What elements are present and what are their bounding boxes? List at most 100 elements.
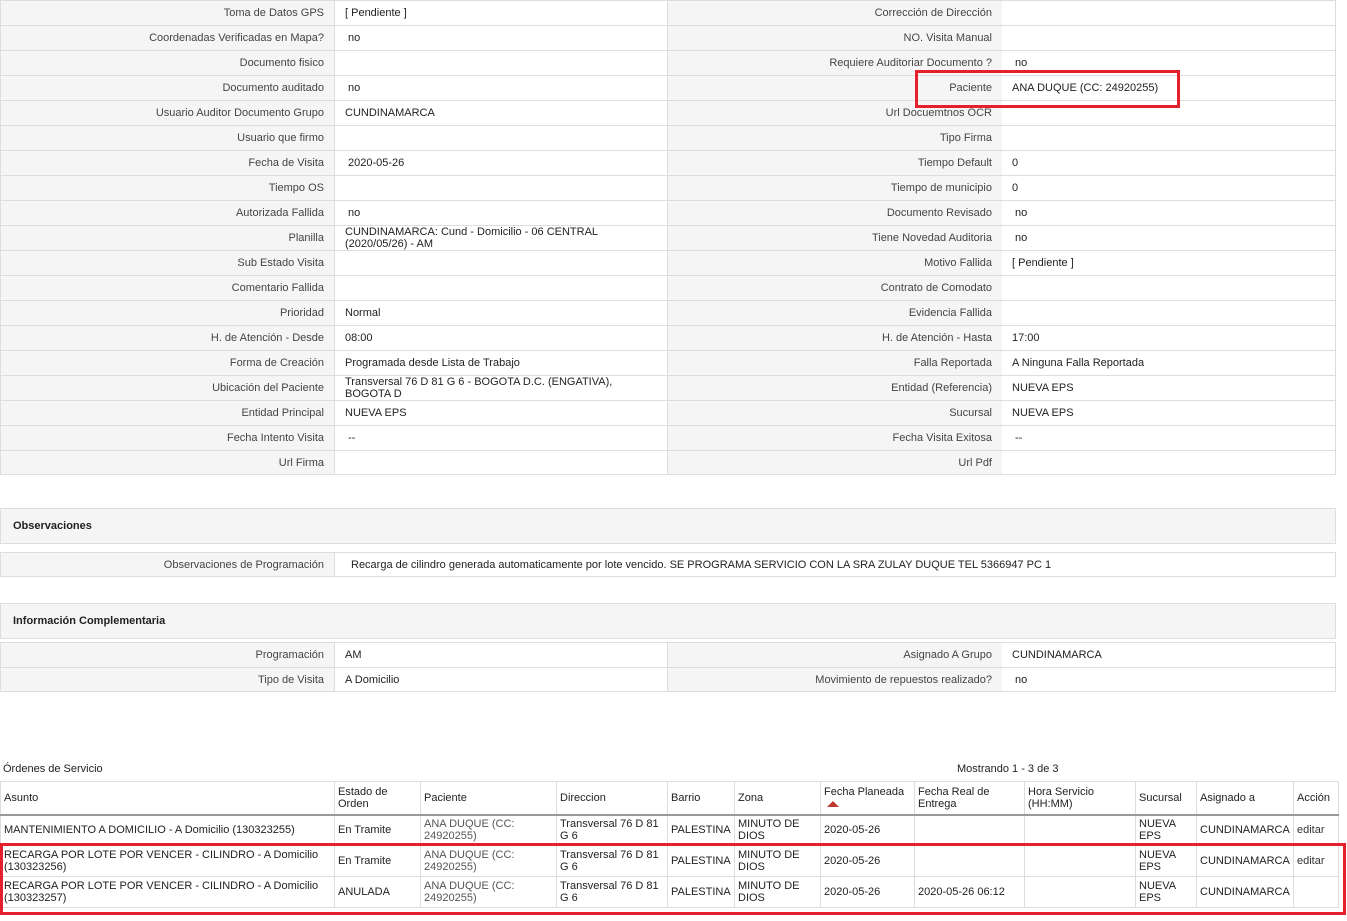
label-toma-de-datos-gps: Toma de Datos GPS bbox=[0, 0, 334, 25]
detail-row: Comentario Fallida Contrato de Comodato bbox=[0, 275, 1336, 300]
value-entidad-referencia: NUEVA EPS bbox=[1002, 375, 1336, 400]
cell-fecha-planeada: 2020-05-26 bbox=[820, 845, 915, 877]
label-documento-fisico: Documento fisico bbox=[0, 50, 334, 75]
label-url-pdf: Url Pdf bbox=[668, 450, 1002, 475]
value-fecha-de-visita: 2020-05-26 bbox=[334, 150, 668, 175]
column-header-sucursal[interactable]: Sucursal bbox=[1135, 781, 1197, 816]
column-header-direccion[interactable]: Direccion bbox=[556, 781, 668, 816]
column-header-fecha-planeada[interactable]: Fecha Planeada bbox=[820, 781, 915, 816]
column-header-asunto[interactable]: Asunto bbox=[0, 781, 335, 816]
value-entidad-principal: NUEVA EPS bbox=[334, 400, 668, 425]
cell-fecha-real-entrega bbox=[914, 814, 1025, 846]
value-fecha-intento-visita: -- bbox=[334, 425, 668, 450]
table-row: MANTENIMIENTO A DOMICILIO - A Domicilio … bbox=[0, 814, 1339, 846]
cell-asignado-a: CUNDINAMARCA bbox=[1196, 814, 1294, 846]
cell-fecha-planeada: 2020-05-26 bbox=[820, 814, 915, 846]
value-coordenadas-verificadas-en-mapa: no bbox=[334, 25, 668, 50]
edit-link[interactable]: editar bbox=[1297, 824, 1325, 836]
label-fecha-visita-exitosa: Fecha Visita Exitosa bbox=[668, 425, 1002, 450]
complementaria-row: Programación AM Asignado A Grupo CUNDINAMAR… bbox=[0, 642, 1336, 667]
value-movimiento-de-repuestos-realizado: no bbox=[1002, 667, 1336, 692]
sort-ascending-icon[interactable] bbox=[827, 800, 839, 807]
cell-asignado-a: CUNDINAMARCA bbox=[1196, 845, 1294, 877]
edit-link[interactable]: editar bbox=[1297, 855, 1325, 867]
detail-row: Prioridad Normal Evidencia Fallida bbox=[0, 300, 1336, 325]
detail-row: Fecha Intento Visita -- Fecha Visita Exito… bbox=[0, 425, 1336, 450]
label-evidencia-fallida: Evidencia Fallida bbox=[668, 300, 1002, 325]
cell-sucursal: NUEVA EPS bbox=[1135, 814, 1197, 846]
table-row: RECARGA POR LOTE POR VENCER - CILINDRO -… bbox=[0, 876, 1339, 908]
value-autorizada-fallida: no bbox=[334, 200, 668, 225]
column-header-accion[interactable]: Acción bbox=[1293, 781, 1339, 816]
detail-row: Fecha de Visita 2020-05-26 Tiempo Default 0 bbox=[0, 150, 1336, 175]
cell-barrio: PALESTINA bbox=[667, 876, 735, 908]
cell-text: NUEVA EPS bbox=[1139, 880, 1176, 904]
cell-text: 2020-05-26 bbox=[824, 886, 881, 898]
detail-row: Documento fisico Requiere Auditoriar Docu… bbox=[0, 50, 1336, 75]
column-header-hora-servicio-hh-mm[interactable]: Hora Servicio (HH:MM) bbox=[1024, 781, 1136, 816]
cell-text: 2020-05-26 bbox=[824, 855, 881, 867]
value-documento-auditado: no bbox=[334, 75, 668, 100]
cell-asunto: MANTENIMIENTO A DOMICILIO - A Domicilio … bbox=[0, 814, 335, 846]
column-header-label: Fecha Planeada bbox=[824, 785, 905, 798]
column-header-label: Barrio bbox=[671, 791, 701, 804]
column-header-label: Asignado a bbox=[1200, 791, 1256, 804]
cell-estado: En Tramite bbox=[334, 814, 421, 846]
detail-row: Sub Estado Visita Motivo Fallida[ Pendien… bbox=[0, 250, 1336, 275]
value-tiene-novedad-auditoria: no bbox=[1002, 225, 1336, 250]
value-tipo-de-visita: A Domicilio bbox=[334, 667, 668, 692]
value-correccion-de-direccion bbox=[1002, 0, 1336, 25]
cell-accion: editar bbox=[1293, 814, 1339, 846]
column-header-label: Acción bbox=[1297, 791, 1331, 804]
cell-direccion: Transversal 76 D 81 G 6 bbox=[556, 845, 668, 877]
column-header-barrio[interactable]: Barrio bbox=[667, 781, 735, 816]
value-fecha-visita-exitosa: -- bbox=[1002, 425, 1336, 450]
cell-text: NUEVA EPS bbox=[1139, 849, 1176, 873]
column-header-asignado-a[interactable]: Asignado a bbox=[1196, 781, 1294, 816]
orders-pagination-count: Mostrando 1 - 3 de 3 bbox=[957, 763, 1059, 775]
label-falla-reportada: Falla Reportada bbox=[668, 350, 1002, 375]
value-h-de-atencion-hasta: 17:00 bbox=[1002, 325, 1336, 350]
value-sub-estado-visita bbox=[334, 250, 668, 275]
label-tipo-firma: Tipo Firma bbox=[668, 125, 1002, 150]
label-tiempo-os: Tiempo OS bbox=[0, 175, 334, 200]
label-documento-auditado: Documento auditado bbox=[0, 75, 334, 100]
cell-fecha-real-entrega bbox=[914, 845, 1025, 877]
complementaria-row: Tipo de Visita A Domicilio Movimiento de r… bbox=[0, 667, 1336, 692]
label-motivo-fallida: Motivo Fallida bbox=[668, 250, 1002, 275]
value-asignado-a-grupo: CUNDINAMARCA bbox=[1002, 642, 1336, 667]
cell-text: MANTENIMIENTO A DOMICILIO - A Domicilio … bbox=[4, 824, 295, 837]
label-entidad-referencia: Entidad (Referencia) bbox=[668, 375, 1002, 400]
detail-row: Autorizada Fallida no Documento Revisado no bbox=[0, 200, 1336, 225]
detail-row: Toma de Datos GPS[ Pendiente ] Corrección… bbox=[0, 0, 1336, 25]
detail-row: Entidad Principal NUEVA EPS Sucursal NUEVA … bbox=[0, 400, 1336, 425]
cell-fecha-real-entrega: 2020-05-26 06:12 bbox=[914, 876, 1025, 908]
cell-asunto: RECARGA POR LOTE POR VENCER - CILINDRO -… bbox=[0, 876, 335, 908]
label-tiempo-de-municipio: Tiempo de municipio bbox=[668, 175, 1002, 200]
value-ubicacion-del-paciente: Transversal 76 D 81 G 6 - BOGOTA D.C. (E… bbox=[334, 375, 668, 400]
cell-sucursal: NUEVA EPS bbox=[1135, 845, 1197, 877]
column-header-label: Paciente bbox=[424, 791, 467, 804]
column-header-zona[interactable]: Zona bbox=[734, 781, 821, 816]
label-comentario-fallida: Comentario Fallida bbox=[0, 275, 334, 300]
value-programacion: AM bbox=[334, 642, 668, 667]
detail-row: Planilla CUNDINAMARCA: Cund - Domicilio -… bbox=[0, 225, 1336, 250]
column-header-label: Asunto bbox=[4, 791, 39, 804]
observaciones-section: Observaciones Observaciones de Programac… bbox=[0, 508, 1336, 577]
cell-text: En Tramite bbox=[338, 824, 392, 837]
value-requiere-auditoriar-documento: no bbox=[1002, 50, 1336, 75]
label-entidad-principal: Entidad Principal bbox=[0, 400, 334, 425]
column-header-paciente[interactable]: Paciente bbox=[420, 781, 557, 816]
label-forma-de-creacion: Forma de Creación bbox=[0, 350, 334, 375]
column-header-fecha-real-de-entrega[interactable]: Fecha Real de Entrega bbox=[914, 781, 1025, 816]
cell-text: Transversal 76 D 81 G 6 bbox=[560, 818, 659, 843]
label-coordenadas-verificadas-en-mapa: Coordenadas Verificadas en Mapa? bbox=[0, 25, 334, 50]
value-usuario-que-firmo bbox=[334, 125, 668, 150]
label-documento-revisado: Documento Revisado bbox=[668, 200, 1002, 225]
value-url-pdf bbox=[1002, 450, 1336, 475]
cell-text: PALESTINA bbox=[671, 886, 731, 898]
column-header-estado-de-orden[interactable]: Estado de Orden bbox=[334, 781, 421, 816]
label-ubicacion-del-paciente: Ubicación del Paciente bbox=[0, 375, 334, 400]
cell-text: CUNDINAMARCA bbox=[1200, 886, 1290, 898]
cell-text: En Tramite bbox=[338, 855, 392, 867]
